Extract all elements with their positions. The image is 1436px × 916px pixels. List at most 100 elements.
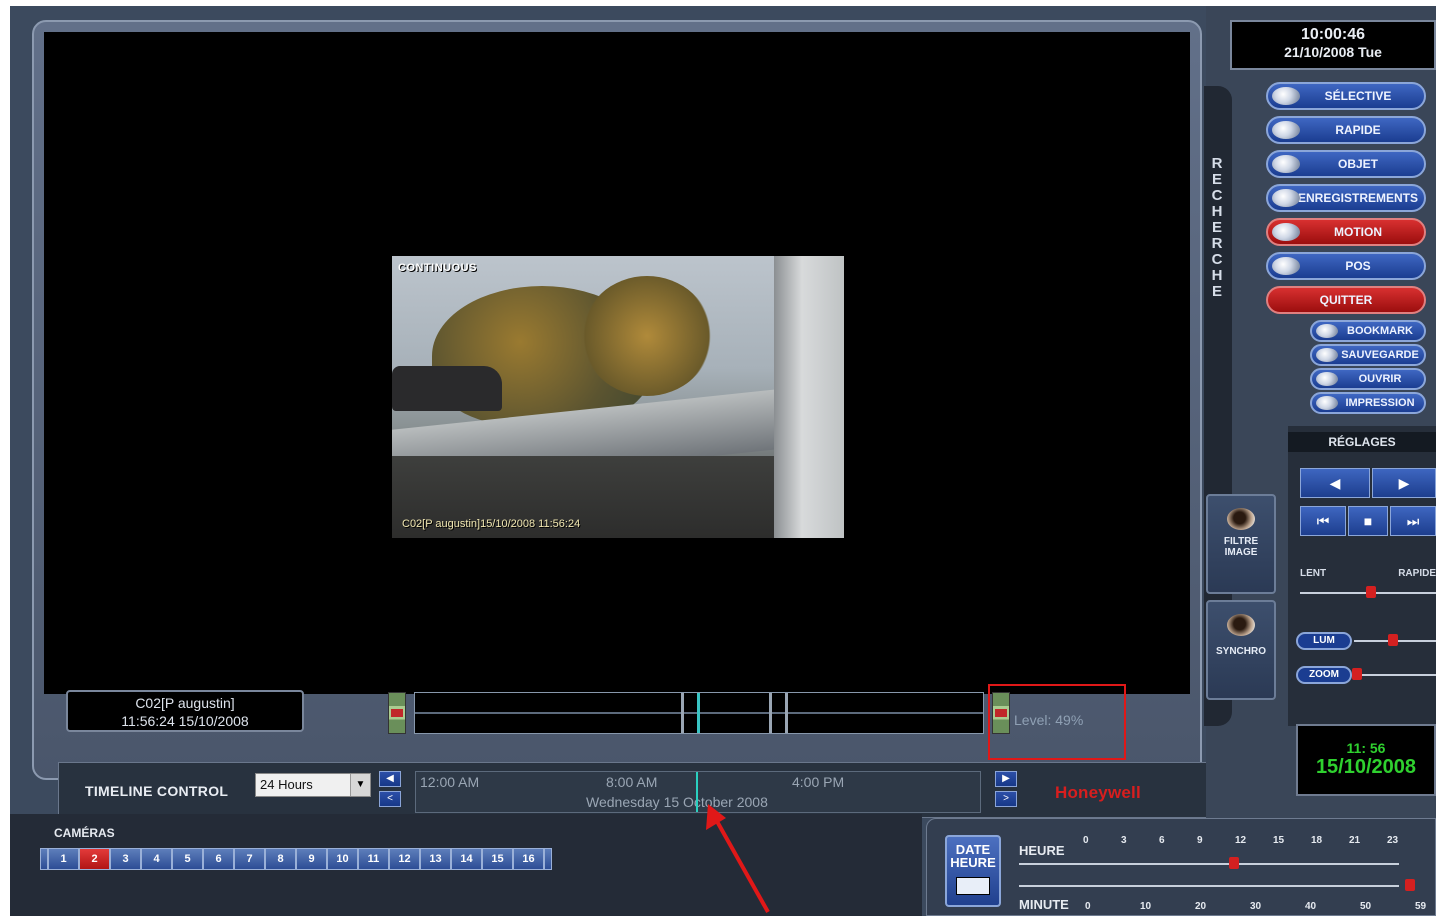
search-button-objet[interactable]: OBJET xyxy=(1266,150,1426,178)
search-button-pos[interactable]: POS xyxy=(1266,252,1426,280)
timeline-time-1: 12:00 AM xyxy=(420,774,480,790)
chevron-down-icon[interactable]: ▼ xyxy=(350,774,370,796)
button-knob-icon xyxy=(1272,257,1300,275)
camera-button-7[interactable]: 7 xyxy=(234,848,265,870)
sync-button[interactable]: SYNCHRO xyxy=(1206,600,1276,700)
video-viewport[interactable]: CONTINUOUS C02[P augustin]15/10/2008 11:… xyxy=(44,32,1190,694)
scale-tick-label: 15 xyxy=(1273,835,1285,846)
camera-button-1[interactable]: 1 xyxy=(48,848,79,870)
camera-button-15[interactable]: 15 xyxy=(482,848,513,870)
camera-button-13[interactable]: 13 xyxy=(420,848,451,870)
quit-button[interactable]: QUITTER xyxy=(1266,286,1426,314)
timeline-prev-button[interactable]: ◀ xyxy=(379,771,401,787)
camera-info-datetime: 11:56:24 15/10/2008 xyxy=(121,713,249,729)
stop-button[interactable]: ■ xyxy=(1348,506,1388,536)
motion-level-bar[interactable] xyxy=(414,692,984,734)
camera-button-11[interactable]: 11 xyxy=(358,848,389,870)
play-reverse-button[interactable]: ◀ xyxy=(1300,468,1370,498)
camera-button-6[interactable]: 6 xyxy=(203,848,234,870)
camera-video[interactable]: CONTINUOUS C02[P augustin]15/10/2008 11:… xyxy=(392,256,844,538)
zoom-slider-thumb[interactable] xyxy=(1352,668,1362,680)
button-knob-icon xyxy=(1272,87,1300,105)
hour-scale: 0 3 6 9 12 15 18 21 23 xyxy=(1083,835,1403,849)
scale-tick-label: 50 xyxy=(1360,901,1372,912)
camera-info-name: C02[P augustin] xyxy=(135,695,235,711)
scene-tree-2 xyxy=(582,276,712,396)
zoom-button[interactable]: ZOOM xyxy=(1296,666,1352,684)
timeline-ruler[interactable]: 12:00 AM 8:00 AM 4:00 PM Wednesday 15 Oc… xyxy=(415,771,981,813)
minute-slider[interactable] xyxy=(1019,885,1399,887)
video-caption: C02[P augustin]15/10/2008 11:56:24 xyxy=(402,518,581,530)
lum-slider-thumb[interactable] xyxy=(1388,634,1398,646)
camera-info-box: C02[P augustin] 11:56:24 15/10/2008 xyxy=(66,690,304,732)
recherche-letter: E xyxy=(1211,283,1222,300)
button-knob-icon xyxy=(1316,324,1338,338)
recherche-letter: R xyxy=(1211,155,1223,172)
highlight-box xyxy=(988,684,1126,760)
camera-button-9[interactable]: 9 xyxy=(296,848,327,870)
button-knob-icon xyxy=(1316,348,1338,362)
scale-tick-label: 12 xyxy=(1235,835,1247,846)
date-time-button[interactable]: DATE HEURE xyxy=(945,835,1001,907)
cameras-bar: CAMÉRAS 1 2 3 4 5 6 7 8 9 10 11 12 13 14 15 16 xyxy=(10,814,922,916)
camera-button-10[interactable]: 10 xyxy=(327,848,358,870)
timeline-label: TIMELINE CONTROL xyxy=(85,783,229,799)
timeline-next-button[interactable]: ▶ xyxy=(995,771,1017,787)
search-button-sélective[interactable]: SÉLECTIVE xyxy=(1266,82,1426,110)
scale-tick-label: 40 xyxy=(1305,901,1317,912)
button-knob-icon xyxy=(1316,372,1338,386)
timeline-range-select[interactable]: 24 Hours ▼ xyxy=(255,773,371,797)
minute-label: MINUTE xyxy=(1019,897,1069,912)
button-knob-icon xyxy=(1272,223,1300,241)
recherche-letter: C xyxy=(1211,187,1223,204)
hour-label: HEURE xyxy=(1019,843,1065,858)
scale-tick-label: 18 xyxy=(1311,835,1323,846)
eye-icon xyxy=(1227,614,1255,636)
zoom-slider[interactable] xyxy=(1354,674,1436,676)
camera-button-5[interactable]: 5 xyxy=(172,848,203,870)
tool-button-bookmark[interactable]: BOOKMARK xyxy=(1310,320,1426,342)
timeline-back-button[interactable]: < xyxy=(379,791,401,807)
timeline-time-2: 8:00 AM xyxy=(606,774,658,790)
timeline-forward-button[interactable]: > xyxy=(995,791,1017,807)
search-button-motion[interactable]: MOTION xyxy=(1266,218,1426,246)
tool-button-sauvegarde[interactable]: SAUVEGARDE xyxy=(1310,344,1426,366)
timeline-cursor[interactable] xyxy=(696,772,698,812)
motion-tick xyxy=(681,693,684,733)
playback-time: 11: 56 xyxy=(1346,740,1386,756)
camera-button-12[interactable]: 12 xyxy=(389,848,420,870)
filter-label-2: IMAGE xyxy=(1224,547,1258,558)
scale-tick-label: 59 xyxy=(1415,901,1427,912)
recherche-letter: R xyxy=(1211,235,1223,252)
track-start-handle[interactable] xyxy=(388,692,406,734)
play-button[interactable]: ▶ xyxy=(1372,468,1436,498)
tool-button-impression[interactable]: IMPRESSION xyxy=(1310,392,1426,414)
clock-date: 21/10/2008 Tue xyxy=(1284,44,1382,60)
camera-button-16[interactable]: 16 xyxy=(513,848,544,870)
scale-tick-label: 23 xyxy=(1387,835,1399,846)
motion-tick xyxy=(769,693,772,733)
scene-window-frame xyxy=(774,256,844,538)
video-frame: CONTINUOUS C02[P augustin]15/10/2008 11:… xyxy=(32,20,1202,780)
timeline-control: TIMELINE CONTROL 24 Hours ▼ ◀ < 12:00 AM… xyxy=(58,762,1276,818)
speed-slider-thumb[interactable] xyxy=(1366,586,1376,598)
search-button-enregistrements[interactable]: ENREGISTREMENTS xyxy=(1266,184,1426,212)
skip-end-button[interactable]: ⏭ xyxy=(1390,506,1436,536)
camera-button-8[interactable]: 8 xyxy=(265,848,296,870)
timeline-time-3: 4:00 PM xyxy=(792,774,845,790)
system-clock: 10:00:46 21/10/2008 Tue xyxy=(1230,20,1436,70)
camera-button-2[interactable]: 2 xyxy=(79,848,110,870)
search-button-rapide[interactable]: RAPIDE xyxy=(1266,116,1426,144)
camera-button-3[interactable]: 3 xyxy=(110,848,141,870)
filter-image-button[interactable]: FILTRE IMAGE xyxy=(1206,494,1276,594)
minute-slider-thumb[interactable] xyxy=(1405,879,1415,891)
camera-button-14[interactable]: 14 xyxy=(451,848,482,870)
skip-start-button[interactable]: ⏮ xyxy=(1300,506,1346,536)
camera-button-4[interactable]: 4 xyxy=(141,848,172,870)
lum-button[interactable]: LUM xyxy=(1296,632,1352,650)
camera-buttons: 1 2 3 4 5 6 7 8 9 10 11 12 13 14 15 16 xyxy=(40,848,552,870)
tool-button-ouvrir[interactable]: OUVRIR xyxy=(1310,368,1426,390)
hour-slider[interactable] xyxy=(1019,863,1399,865)
hour-slider-thumb[interactable] xyxy=(1229,857,1239,869)
clock-time: 10:00:46 xyxy=(1300,26,1366,43)
